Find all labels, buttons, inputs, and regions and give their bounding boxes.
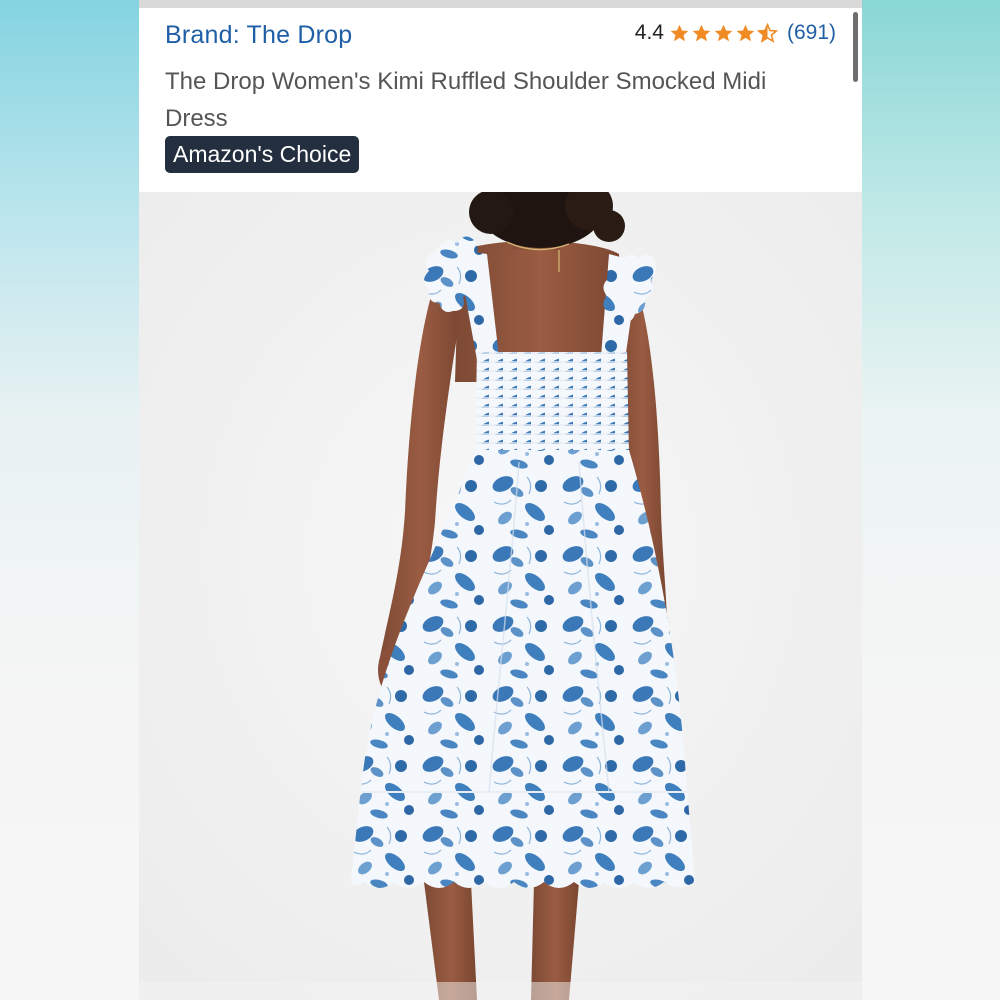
star-icon: [735, 23, 756, 44]
left-background: [0, 0, 139, 1000]
product-screen: Brand: The Drop 4.4 (691) The Drop Women…: [139, 0, 862, 1000]
star-icon: [713, 23, 734, 44]
product-image[interactable]: [139, 192, 862, 1000]
rating-value: 4.4: [634, 21, 664, 44]
dress-photo: [139, 192, 862, 1000]
brand-link[interactable]: Brand: The Drop: [165, 21, 352, 50]
right-background: [862, 0, 1000, 1000]
rating-summary[interactable]: 4.4 (691): [635, 19, 836, 47]
star-icon: [669, 23, 690, 44]
product-title: The Drop Women's Kimi Ruffled Shoulder S…: [165, 68, 767, 132]
scrollbar[interactable]: [853, 12, 858, 82]
star-icon: [691, 23, 712, 44]
top-strip: [139, 0, 862, 8]
star-rating: [669, 22, 778, 44]
product-header: Brand: The Drop 4.4 (691) The Drop Women…: [139, 8, 862, 192]
review-count-link[interactable]: (691): [787, 21, 836, 45]
amazons-choice-badge: Amazon's Choice: [165, 136, 360, 173]
half-star-icon: [756, 22, 778, 44]
